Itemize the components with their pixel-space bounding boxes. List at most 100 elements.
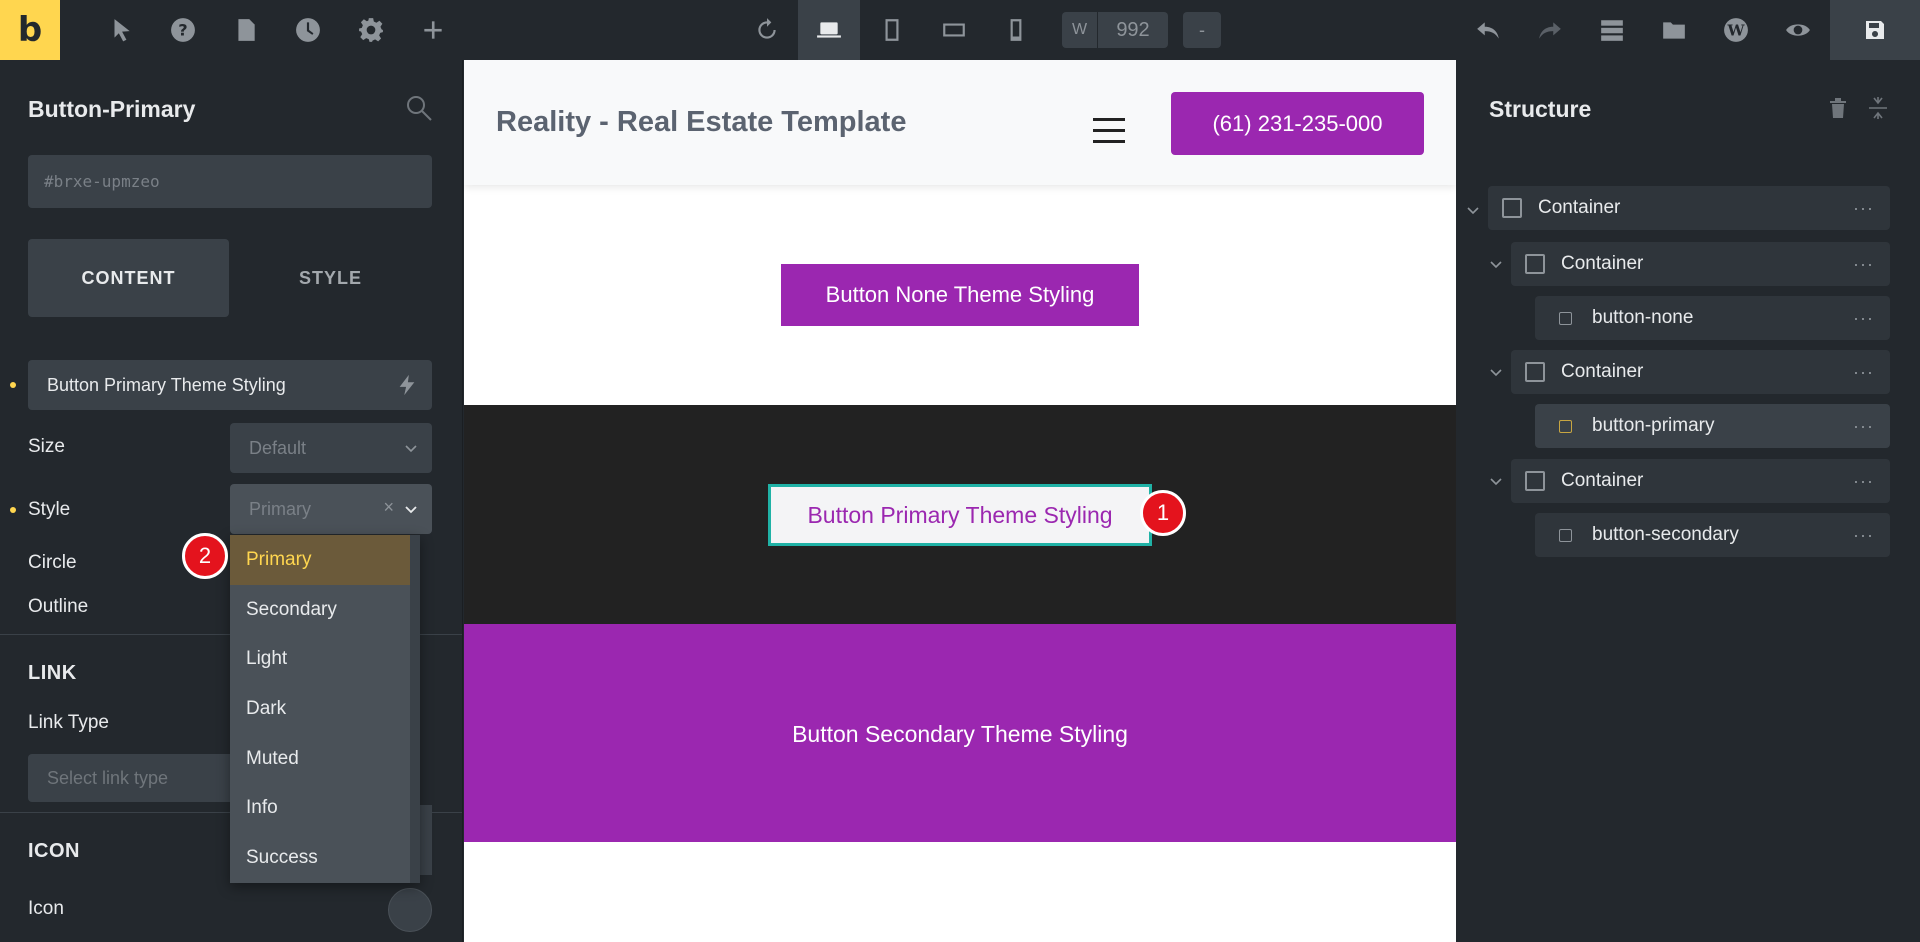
save-button[interactable] <box>1830 0 1920 60</box>
tree-item-button-none[interactable]: button-none ··· <box>1535 296 1890 340</box>
more-options-icon[interactable]: ··· <box>1853 362 1874 383</box>
size-value: Default <box>249 437 307 458</box>
settings-gear-icon[interactable] <box>340 0 402 60</box>
structure-title: Structure <box>1489 96 1592 122</box>
collapse-all-icon[interactable] <box>1867 96 1889 120</box>
chevron-down-icon[interactable] <box>1489 474 1503 488</box>
modified-indicator <box>10 382 16 388</box>
canvas-width-field[interactable]: W 992 <box>1062 12 1168 48</box>
element-icon <box>1525 362 1545 382</box>
circle-label: Circle <box>28 552 77 573</box>
clear-icon[interactable]: × <box>383 497 394 518</box>
dropdown-option-info[interactable]: Info <box>230 783 420 833</box>
undo-icon[interactable] <box>1457 0 1519 60</box>
page-icon[interactable] <box>215 0 277 60</box>
section-button-none[interactable]: Button None Theme Styling <box>464 185 1456 405</box>
tablet-portrait-icon[interactable] <box>861 0 923 60</box>
more-options-icon[interactable]: ··· <box>1853 198 1874 219</box>
site-title[interactable]: Reality - Real Estate Template <box>496 106 906 139</box>
tab-style[interactable]: STYLE <box>230 239 431 317</box>
button-none[interactable]: Button None Theme Styling <box>781 264 1139 326</box>
preview-eye-icon[interactable] <box>1767 0 1829 60</box>
tree-item-label: button-none <box>1592 307 1694 328</box>
tree-item-container[interactable]: Container ··· <box>1488 186 1890 230</box>
style-dropdown-menu: Primary Secondary Light Dark Muted Info … <box>230 535 420 883</box>
size-select[interactable]: Default <box>230 423 432 473</box>
top-toolbar: b ? W 992 - W <box>0 0 1920 60</box>
dropdown-scrollbar[interactable] <box>410 535 420 883</box>
tree-item-container[interactable]: Container ··· <box>1511 459 1890 503</box>
add-plus-icon[interactable] <box>402 0 464 60</box>
section-empty[interactable] <box>464 842 1456 942</box>
wordpress-icon[interactable]: W <box>1705 0 1767 60</box>
mobile-icon[interactable] <box>985 0 1047 60</box>
site-header: Reality - Real Estate Template (61) 231-… <box>464 60 1456 185</box>
button-primary[interactable]: Button Primary Theme Styling <box>768 484 1152 546</box>
dropdown-option-muted[interactable]: Muted <box>230 734 420 784</box>
tree-item-label: Container <box>1561 361 1644 382</box>
builder-canvas: Reality - Real Estate Template (61) 231-… <box>464 60 1456 942</box>
dropdown-option-light[interactable]: Light <box>230 634 420 684</box>
tree-item-label: button-primary <box>1592 415 1715 436</box>
element-icon <box>1502 198 1522 218</box>
chevron-down-icon <box>405 445 417 453</box>
desktop-laptop-icon[interactable] <box>798 0 860 60</box>
chevron-down-icon[interactable] <box>1489 365 1503 379</box>
tree-item-container[interactable]: Container ··· <box>1511 350 1890 394</box>
css-id-input[interactable]: #brxe-upmzeo <box>28 155 432 208</box>
chevron-down-icon <box>405 506 417 514</box>
tab-content[interactable]: CONTENT <box>28 239 229 317</box>
tablet-landscape-icon[interactable] <box>923 0 985 60</box>
phone-button[interactable]: (61) 231-235-000 <box>1171 92 1424 155</box>
svg-text:W: W <box>1726 21 1745 39</box>
dropdown-option-success[interactable]: Success <box>230 833 420 883</box>
history-icon[interactable] <box>277 0 339 60</box>
section-button-secondary[interactable]: Button Secondary Theme Styling <box>464 624 1456 842</box>
hamburger-menu-icon[interactable] <box>1093 118 1125 144</box>
more-options-icon[interactable]: ··· <box>1853 416 1874 437</box>
dropdown-option-primary[interactable]: Primary <box>230 535 420 585</box>
tree-item-label: button-secondary <box>1592 524 1739 545</box>
chevron-down-icon[interactable] <box>1466 203 1480 217</box>
tree-item-button-primary[interactable]: button-primary ··· <box>1535 404 1890 448</box>
style-value: Primary <box>249 498 311 519</box>
button-text-input[interactable]: Button Primary Theme Styling <box>28 360 432 410</box>
bricks-logo[interactable]: b <box>0 0 60 60</box>
panel-title: Button-Primary <box>28 96 196 122</box>
chevron-down-icon[interactable] <box>1489 257 1503 271</box>
icon-picker[interactable] <box>388 888 432 932</box>
help-icon[interactable]: ? <box>152 0 214 60</box>
annotation-badge-1: 1 <box>1140 490 1186 536</box>
tree-item-container[interactable]: Container ··· <box>1511 242 1890 286</box>
more-options-icon[interactable]: ··· <box>1853 471 1874 492</box>
icon-section-title[interactable]: ICON <box>28 840 80 863</box>
pointer-icon[interactable] <box>90 0 152 60</box>
tree-item-label: Container <box>1538 197 1621 218</box>
section-button-primary[interactable]: Button Primary Theme Styling <box>464 405 1456 624</box>
more-options-icon[interactable]: ··· <box>1853 525 1874 546</box>
width-value[interactable]: 992 <box>1098 19 1168 42</box>
outline-label: Outline <box>28 596 89 617</box>
layers-stack-icon[interactable] <box>1581 0 1643 60</box>
more-options-icon[interactable]: ··· <box>1853 254 1874 275</box>
dropdown-option-secondary[interactable]: Secondary <box>230 585 420 635</box>
refresh-icon[interactable] <box>736 0 798 60</box>
button-secondary[interactable]: Button Secondary Theme Styling <box>464 704 1456 764</box>
element-icon <box>1525 471 1545 491</box>
tree-item-button-secondary[interactable]: button-secondary ··· <box>1535 513 1890 557</box>
width-label: W <box>1062 12 1098 48</box>
style-select[interactable]: Primary × <box>230 484 432 534</box>
size-label: Size <box>28 436 65 457</box>
zoom-minus-button[interactable]: - <box>1183 12 1221 48</box>
style-label: Style <box>28 499 71 520</box>
dynamic-data-bolt-icon[interactable] <box>396 373 418 397</box>
more-options-icon[interactable]: ··· <box>1853 308 1874 329</box>
folder-icon[interactable] <box>1643 0 1705 60</box>
trash-icon[interactable] <box>1827 96 1849 120</box>
search-icon[interactable] <box>405 94 433 122</box>
redo-icon[interactable] <box>1519 0 1581 60</box>
link-section-title[interactable]: LINK <box>28 662 77 685</box>
tree-item-label: Container <box>1561 253 1644 274</box>
dropdown-option-dark[interactable]: Dark <box>230 684 420 734</box>
icon-label: Icon <box>28 898 64 919</box>
